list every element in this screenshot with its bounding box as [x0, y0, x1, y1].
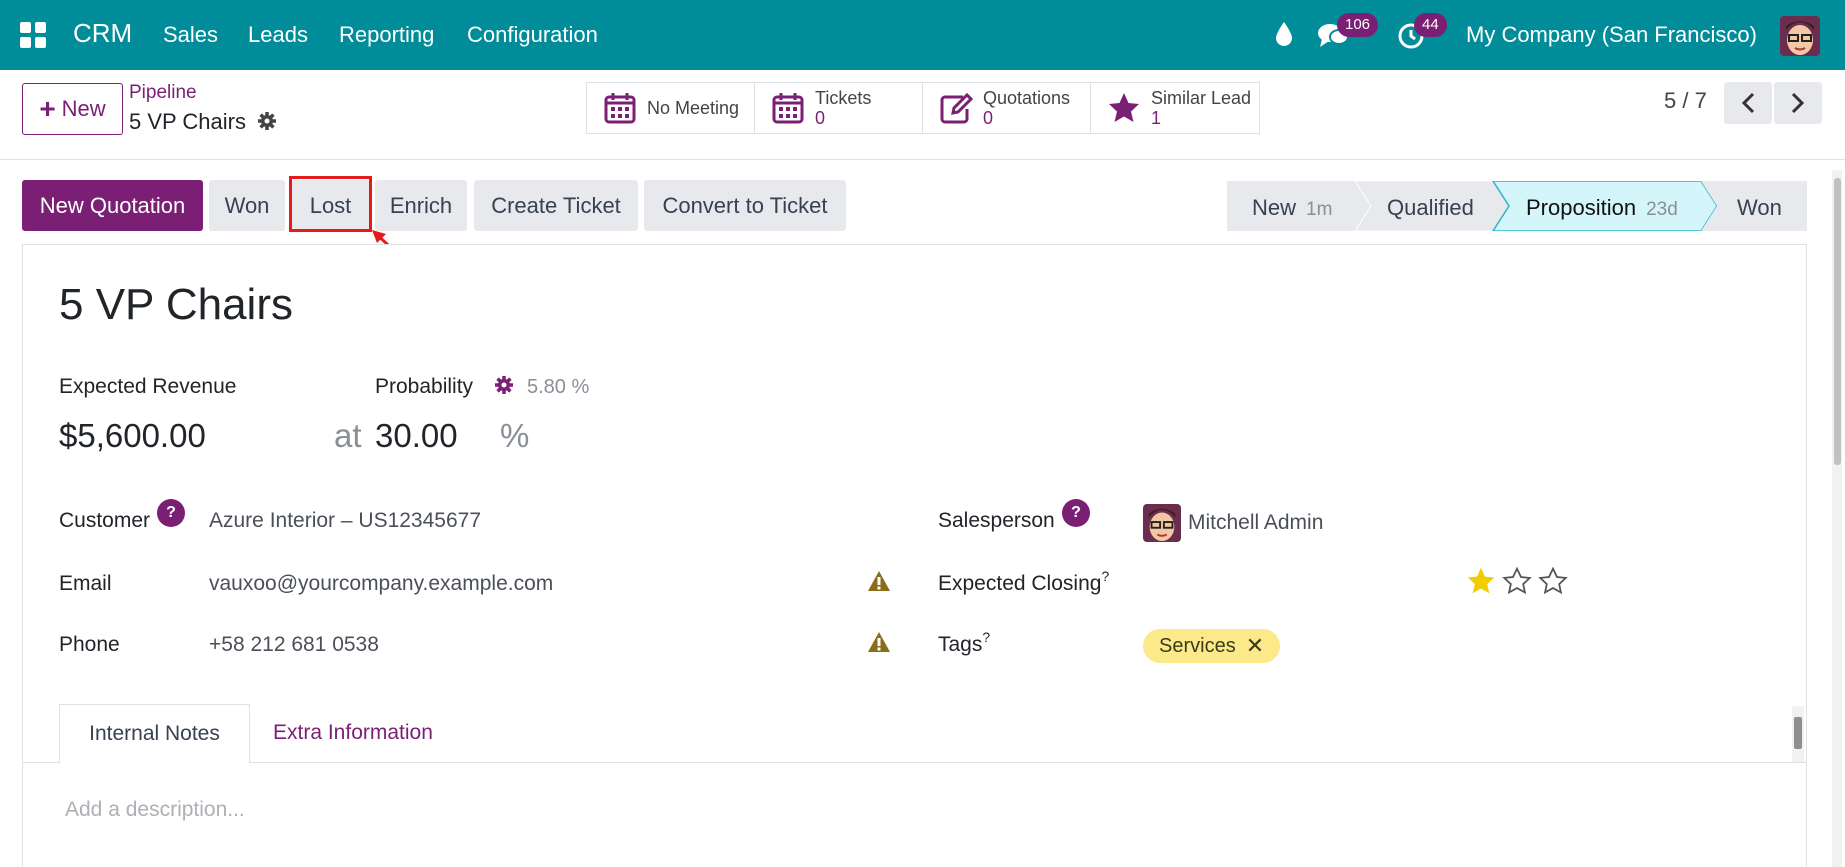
- tags-label: Tags?: [938, 629, 990, 657]
- stage-proposition-name: Proposition: [1526, 195, 1637, 220]
- customer-label: Customer: [59, 509, 151, 532]
- smart-tickets-count: 0: [815, 108, 826, 128]
- probability-gear-icon[interactable]: [494, 375, 514, 395]
- pager-next-button[interactable]: [1774, 82, 1822, 124]
- pager-previous-button[interactable]: [1724, 82, 1772, 124]
- probability-field[interactable]: 30.00: [375, 417, 458, 455]
- enrich-button[interactable]: Enrich: [375, 180, 467, 231]
- breadcrumb-current: 5 VP Chairs: [129, 109, 246, 134]
- app-brand[interactable]: CRM: [73, 18, 132, 49]
- smart-buttons: No Meeting Tickets 0 Quotations 0 Simila…: [586, 82, 1260, 134]
- smart-quotations-count: 0: [983, 108, 994, 128]
- salesperson-help-icon[interactable]: ?: [1062, 499, 1090, 527]
- salesperson-avatar: [1143, 504, 1181, 542]
- priority-star-1-icon[interactable]: [1466, 566, 1502, 598]
- calendar-icon: [604, 93, 636, 124]
- lost-highlight-box: [289, 176, 372, 232]
- tabs-divider: [22, 762, 1807, 763]
- probability-label: Probability: [375, 375, 474, 398]
- expected-closing-label: Expected Closing?: [938, 568, 1109, 596]
- priority-stars: [1466, 566, 1574, 598]
- lead-title[interactable]: 5 VP Chairs: [59, 280, 293, 330]
- smart-button-meeting[interactable]: No Meeting: [587, 83, 755, 133]
- calendar-icon: [772, 93, 804, 124]
- salesperson-field[interactable]: Mitchell Admin: [1188, 511, 1323, 535]
- phone-field[interactable]: +58 212 681 0538: [209, 633, 379, 657]
- salesperson-avatar-icon: [1143, 504, 1181, 542]
- gear-icon[interactable]: [257, 111, 277, 131]
- menu-reporting[interactable]: Reporting: [339, 22, 434, 48]
- new-quotation-button[interactable]: New Quotation: [22, 180, 203, 231]
- tag-remove-icon[interactable]: ✕: [1246, 633, 1264, 659]
- tag-label: Services: [1159, 634, 1236, 657]
- menu-leads[interactable]: Leads: [248, 22, 308, 48]
- smart-tickets-label: Tickets: [815, 88, 872, 108]
- percent-sign: %: [500, 417, 530, 454]
- smart-button-tickets[interactable]: Tickets 0: [755, 83, 923, 133]
- smart-similar-count: 1: [1151, 108, 1162, 128]
- phone-label: Phone: [59, 633, 120, 656]
- tags-text: Tags: [938, 633, 983, 656]
- new-record-button[interactable]: + New: [22, 83, 123, 135]
- tags-help[interactable]: ?: [982, 629, 990, 645]
- top-navbar: CRM Sales Leads Reporting Configuration …: [0, 0, 1845, 70]
- stage-qualified[interactable]: Qualified: [1387, 195, 1474, 221]
- create-ticket-button[interactable]: Create Ticket: [474, 180, 638, 231]
- expected-closing-help[interactable]: ?: [1101, 568, 1109, 584]
- plus-icon: +: [39, 93, 56, 124]
- control-panel: + New Pipeline 5 VP Chairs No Meeting Ti…: [0, 70, 1845, 160]
- email-field[interactable]: vauxoo@yourcompany.example.com: [209, 572, 553, 596]
- pager-value[interactable]: 5 / 7: [1664, 88, 1707, 114]
- chevron-right-icon: [1791, 92, 1805, 114]
- customer-help-icon[interactable]: ?: [157, 499, 185, 527]
- drop-icon[interactable]: [1274, 20, 1294, 48]
- priority-star-3-icon[interactable]: [1538, 566, 1574, 598]
- form-sheet: [22, 244, 1807, 867]
- smart-similar-label: Similar Lead: [1151, 88, 1252, 108]
- stage-new-time: 1m: [1306, 199, 1333, 220]
- user-avatar[interactable]: [1780, 16, 1820, 56]
- inner-scrollbar-thumb[interactable]: [1794, 717, 1802, 749]
- stage-proposition-time: 23d: [1646, 199, 1678, 220]
- user-avatar-icon: [1780, 16, 1820, 56]
- stage-proposition[interactable]: Proposition 23d: [1526, 195, 1678, 221]
- convert-to-ticket-button[interactable]: Convert to Ticket: [644, 180, 846, 231]
- smart-meeting-label: No Meeting: [647, 98, 740, 118]
- edit-document-icon: [940, 92, 973, 124]
- priority-star-2-icon[interactable]: [1502, 566, 1538, 598]
- expected-closing-text: Expected Closing: [938, 572, 1102, 595]
- phone-warning-icon[interactable]: [867, 631, 891, 653]
- won-button[interactable]: Won: [209, 180, 285, 231]
- stage-new[interactable]: New 1m: [1252, 195, 1332, 221]
- chevron-left-icon: [1741, 92, 1755, 114]
- menu-sales[interactable]: Sales: [163, 22, 218, 48]
- customer-field[interactable]: Azure Interior – US12345677: [209, 509, 481, 533]
- company-switcher[interactable]: My Company (San Francisco): [1466, 22, 1757, 48]
- tab-internal-notes[interactable]: Internal Notes: [59, 704, 250, 764]
- email-warning-icon[interactable]: [867, 570, 891, 592]
- breadcrumb-pipeline[interactable]: Pipeline: [129, 82, 197, 104]
- stage-won[interactable]: Won: [1737, 195, 1782, 221]
- star-icon: [1109, 93, 1139, 122]
- page-scrollbar-thumb[interactable]: [1834, 178, 1841, 465]
- tab-extra-information[interactable]: Extra Information: [273, 721, 433, 745]
- stage-new-name: New: [1252, 195, 1297, 220]
- expected-revenue-field[interactable]: $5,600.00: [59, 417, 206, 455]
- email-label: Email: [59, 572, 112, 595]
- tag-services: Services ✕: [1143, 629, 1281, 663]
- probability-automated: 5.80 %: [527, 376, 590, 398]
- activities-badge: 44: [1414, 13, 1447, 37]
- smart-button-similar-lead[interactable]: Similar Lead 1: [1091, 83, 1259, 133]
- new-label: New: [61, 96, 106, 121]
- smart-quotations-label: Quotations: [983, 88, 1071, 108]
- expected-revenue-label: Expected Revenue: [59, 375, 237, 398]
- smart-button-quotations[interactable]: Quotations 0: [923, 83, 1091, 133]
- at-label: at: [334, 417, 362, 454]
- description-editor[interactable]: Add a description...: [65, 798, 245, 822]
- messages-badge: 106: [1337, 13, 1379, 37]
- apps-menu-icon[interactable]: [20, 22, 46, 48]
- salesperson-label: Salesperson: [938, 509, 1055, 532]
- menu-configuration[interactable]: Configuration: [467, 22, 598, 48]
